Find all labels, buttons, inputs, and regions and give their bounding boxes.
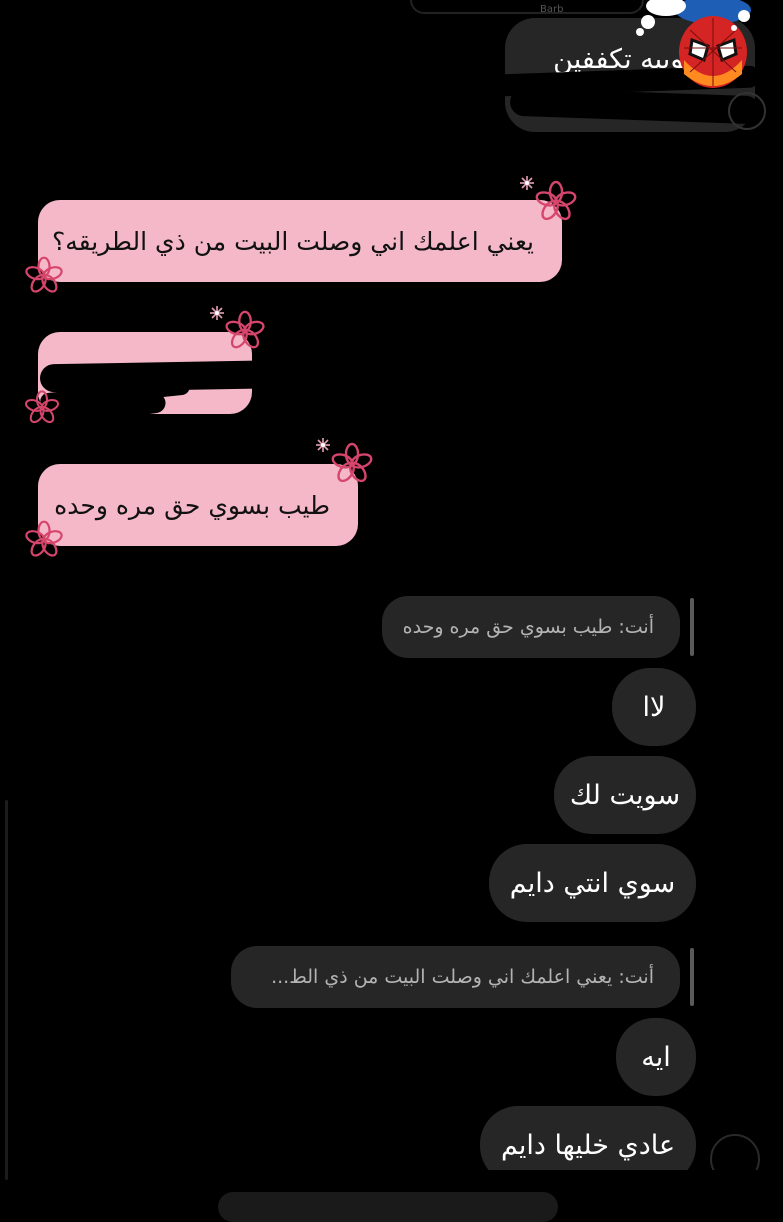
flower-icon xyxy=(209,305,225,321)
composer-bar-partial[interactable] xyxy=(218,1192,558,1222)
flower-icon xyxy=(519,175,535,191)
flower-icon xyxy=(533,180,579,223)
message-text: عادي خليها دايم xyxy=(500,1129,676,1161)
reply-quote[interactable]: أنت: يعني اعلمك اني وصلت البيت من ذي الط… xyxy=(231,946,680,1008)
flower-icon xyxy=(23,390,61,426)
scrollbar[interactable] xyxy=(5,800,8,1180)
shared-post-preview[interactable] xyxy=(410,0,644,14)
message-sent[interactable]: لاا xyxy=(612,668,696,746)
message-text: طيب بسوي حق مره وحده xyxy=(54,490,330,520)
thought-bubble-icon xyxy=(636,0,686,36)
reply-quote-text: أنت: طيب بسوي حق مره وحده xyxy=(402,616,654,638)
reply-indicator xyxy=(690,598,694,656)
reply-quote-text: أنت: يعني اعلمك اني وصلت البيت من ذي الط… xyxy=(271,966,654,988)
flower-icon xyxy=(23,520,65,560)
message-text: سوي انتي دايم xyxy=(509,867,676,899)
message-sent[interactable]: ايه xyxy=(616,1018,696,1096)
message-received[interactable]: يعني اعلمك اني وصلت البيت من ذي الطريقه؟ xyxy=(38,200,562,282)
message-text: سويت لك xyxy=(569,779,681,811)
flower-icon xyxy=(315,437,331,453)
shared-post-label: Barb xyxy=(540,4,564,15)
message-text: يعني اعلمك اني وصلت البيت من ذي الطريقه؟ xyxy=(51,226,534,256)
flower-icon xyxy=(23,256,65,296)
reply-indicator xyxy=(690,948,694,1006)
flower-icon xyxy=(329,442,375,485)
message-sent[interactable]: سويت لك xyxy=(554,756,696,834)
message-text: ايه xyxy=(641,1041,671,1073)
message-received[interactable]: طيب بسوي حق مره وحده xyxy=(38,464,358,546)
reply-quote[interactable]: أنت: طيب بسوي حق مره وحده xyxy=(382,596,680,658)
message-text: لاا xyxy=(642,691,666,723)
flower-icon xyxy=(223,310,267,352)
message-sent[interactable]: سوي انتي دايم xyxy=(489,844,696,922)
